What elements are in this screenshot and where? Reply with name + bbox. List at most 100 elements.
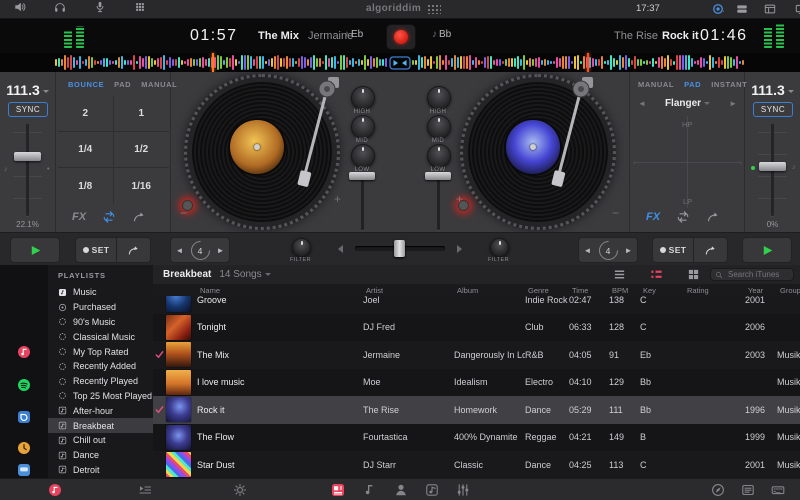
fx-tab-pad[interactable]: PAD bbox=[684, 80, 701, 89]
bounce-pad-1-16[interactable]: 1/16 bbox=[114, 168, 170, 204]
mixer-view-icon[interactable] bbox=[456, 483, 470, 497]
cue-jump-icon[interactable] bbox=[132, 210, 146, 224]
volume-fader-handle-a[interactable] bbox=[349, 172, 375, 180]
albumart-view-icon[interactable] bbox=[331, 483, 345, 497]
sidebar-item-recently-played[interactable]: Recently Played bbox=[48, 374, 153, 389]
fx-selected-name[interactable]: Flanger bbox=[665, 98, 710, 109]
deck-a-jump-button[interactable] bbox=[117, 238, 150, 262]
deck-b-play-button[interactable] bbox=[742, 237, 792, 263]
table-row-rock-it[interactable]: Rock itThe RiseHomeworkDance05:29111Bb19… bbox=[153, 396, 800, 424]
beatport-icon[interactable] bbox=[17, 410, 31, 424]
sidebar-item-classical-music[interactable]: Classical Music bbox=[48, 329, 153, 344]
browser-icon[interactable] bbox=[764, 3, 776, 15]
sidebar-item-breakbeat[interactable]: Breakbeat bbox=[48, 418, 153, 433]
automix-icon[interactable] bbox=[711, 483, 725, 497]
pitch-slider-handle[interactable] bbox=[759, 162, 786, 171]
sidebar-item-after-hour[interactable]: After-hour bbox=[48, 403, 153, 418]
grid-view-icon[interactable] bbox=[687, 268, 700, 281]
eq-low-knob-a[interactable] bbox=[351, 144, 375, 168]
deck-a-filter-knob[interactable] bbox=[292, 238, 311, 257]
fx-mode-button[interactable]: FX bbox=[646, 211, 660, 223]
deck-b-jump-button[interactable] bbox=[694, 238, 727, 262]
deck-b-bpm-display[interactable]: 111.3 bbox=[745, 82, 800, 98]
column-header-artist[interactable]: Artist bbox=[366, 286, 457, 295]
deck-b-pitch-slider[interactable]: ♪ bbox=[745, 124, 800, 216]
sidebar-item-my-top-rated[interactable]: My Top Rated bbox=[48, 344, 153, 359]
tonearm-deck-a[interactable] bbox=[290, 76, 342, 194]
column-header-year[interactable]: Year bbox=[748, 286, 780, 295]
music-app-icon[interactable] bbox=[48, 483, 62, 497]
artists-view-icon[interactable] bbox=[394, 483, 408, 497]
bounce-pad-1-2[interactable]: 1/2 bbox=[114, 132, 170, 168]
bounce-pad-1-8[interactable]: 1/8 bbox=[58, 168, 114, 204]
volume-fader-track-a[interactable] bbox=[361, 172, 364, 230]
explorer-icon[interactable] bbox=[17, 463, 31, 477]
music-app-icon[interactable] bbox=[17, 345, 31, 359]
loop-mode-icon[interactable] bbox=[676, 210, 690, 224]
fx-tab-manual[interactable]: MANUAL bbox=[638, 80, 674, 89]
deck-a-play-button[interactable] bbox=[10, 237, 60, 263]
deck-b-set-cue-button[interactable]: SET bbox=[653, 238, 693, 262]
crossfade-left-icon[interactable] bbox=[338, 245, 343, 253]
sidebar-item-top-25-most-played[interactable]: Top 25 Most Played bbox=[48, 389, 153, 404]
pad-tab-pad[interactable]: PAD bbox=[114, 80, 131, 89]
search-input[interactable] bbox=[726, 269, 796, 280]
loop-mode-icon[interactable] bbox=[102, 210, 116, 224]
record-menu-icon[interactable] bbox=[712, 3, 724, 15]
eq-high-knob-a[interactable] bbox=[351, 86, 375, 110]
waveform-deck-a[interactable] bbox=[55, 53, 388, 72]
record-button[interactable] bbox=[386, 24, 416, 50]
keyboard-icon[interactable] bbox=[771, 483, 785, 497]
column-header-key[interactable]: Key bbox=[643, 286, 687, 295]
fx-tab-instant[interactable]: INSTANT bbox=[711, 80, 747, 89]
colored-list-view-icon[interactable] bbox=[650, 268, 663, 281]
sidebar-item-purchased[interactable]: Purchased bbox=[48, 300, 153, 315]
table-row-i-love-music[interactable]: I love musicMoeIdealismElectro04:10129Bb… bbox=[153, 369, 800, 397]
song-count[interactable]: 14 Songs bbox=[219, 269, 270, 280]
deck-a-loop-length[interactable]: 4 bbox=[187, 238, 213, 262]
cue-jump-icon[interactable] bbox=[706, 210, 720, 224]
bounce-pad-1[interactable]: 1 bbox=[114, 96, 170, 132]
loop-decrease-icon[interactable]: ◄ bbox=[580, 238, 595, 262]
deck-a-sync-button[interactable]: SYNC bbox=[8, 102, 48, 117]
fx-xy-pad[interactable]: HP LP ‹ › bbox=[634, 116, 741, 208]
eq-mid-knob-a[interactable] bbox=[351, 115, 375, 139]
tonearm-deck-b[interactable] bbox=[544, 76, 596, 194]
fx-prev-icon[interactable]: ◄ bbox=[638, 99, 646, 108]
sidebar-item-chill-out[interactable]: Chill out bbox=[48, 433, 153, 448]
albums-view-icon[interactable] bbox=[425, 483, 439, 497]
crossfade-automix-icon[interactable] bbox=[389, 56, 411, 70]
deck-b-sync-button[interactable]: SYNC bbox=[753, 102, 793, 117]
table-row-groove[interactable]: GrooveJoelIndie Rock02:47138C2001 bbox=[153, 296, 800, 314]
pitch-bend-plus-a[interactable]: + bbox=[334, 192, 341, 206]
waveform-deck-b[interactable] bbox=[412, 53, 745, 72]
brightness-icon[interactable] bbox=[233, 483, 247, 497]
sidebar-item-dance[interactable]: Dance bbox=[48, 448, 153, 463]
table-row-the-mix[interactable]: The MixJermaineDangerously In LoveR&B04:… bbox=[153, 341, 800, 369]
column-header-rating[interactable]: Rating bbox=[687, 286, 748, 295]
display-icon[interactable] bbox=[795, 3, 800, 15]
fx-mode-button[interactable]: FX bbox=[72, 211, 86, 223]
loop-decrease-icon[interactable]: ◄ bbox=[172, 238, 187, 262]
songs-view-icon[interactable] bbox=[362, 483, 376, 497]
fx-next-icon[interactable]: ► bbox=[729, 99, 737, 108]
history-icon[interactable] bbox=[17, 441, 31, 455]
mic-icon[interactable] bbox=[94, 1, 106, 13]
queue-icon[interactable] bbox=[138, 483, 152, 497]
sidebar-item-recently-added[interactable]: Recently Added bbox=[48, 359, 153, 374]
volume-fader-track-b[interactable] bbox=[437, 172, 440, 230]
bounce-pad-1-4[interactable]: 1/4 bbox=[58, 132, 114, 168]
table-row-star-dust[interactable]: Star DustDJ StarrClassicDance04:25113C20… bbox=[153, 451, 800, 478]
loop-increase-icon[interactable]: ► bbox=[621, 238, 636, 262]
details-icon[interactable] bbox=[741, 483, 755, 497]
spotify-icon[interactable] bbox=[17, 378, 31, 392]
crossfader-handle[interactable] bbox=[394, 240, 405, 257]
pitch-bend-plus-b[interactable]: + bbox=[456, 192, 463, 206]
bounce-pad-2[interactable]: 2 bbox=[58, 96, 114, 132]
decks-icon[interactable] bbox=[736, 3, 748, 15]
deck-a-pitch-slider[interactable]: ♪ • bbox=[0, 124, 55, 216]
speaker-icon[interactable] bbox=[14, 1, 26, 13]
column-header-bpm[interactable]: BPM bbox=[612, 286, 643, 295]
sidebar-item-90-s-music[interactable]: 90's Music bbox=[48, 315, 153, 330]
column-header-grouping[interactable]: Grouping bbox=[780, 286, 800, 295]
